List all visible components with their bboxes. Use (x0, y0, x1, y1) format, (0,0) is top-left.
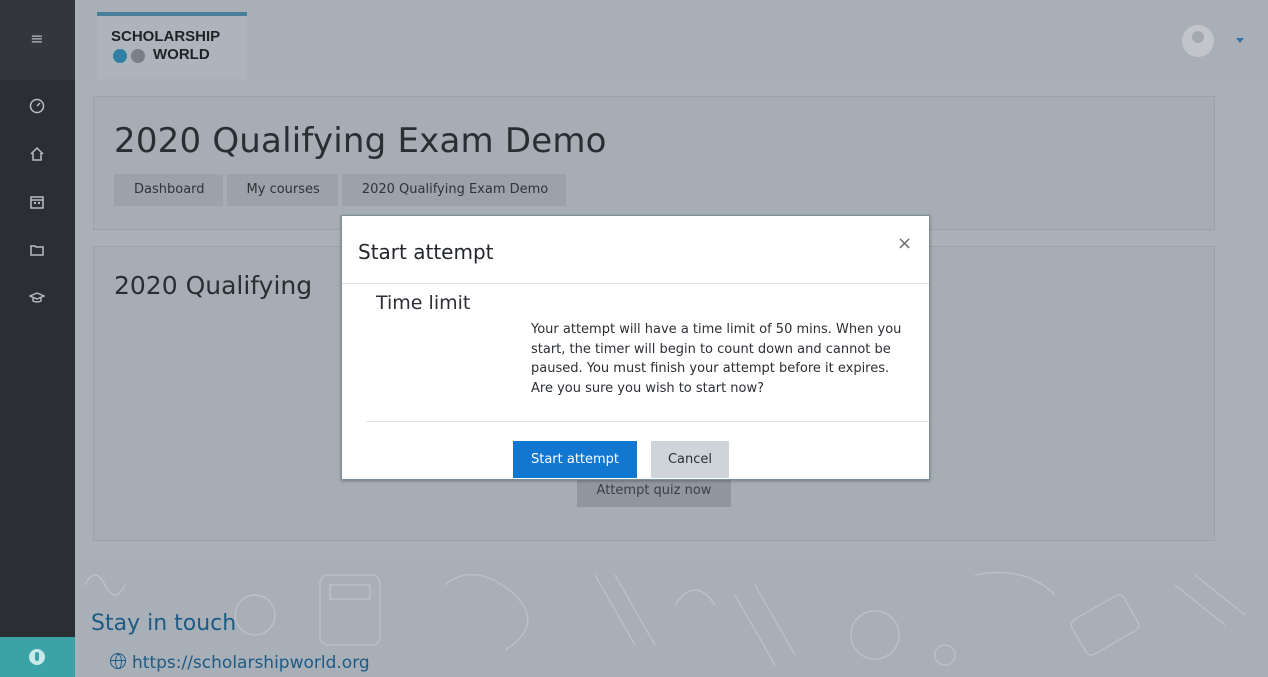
quiz-section-title: 2020 Qualifying (114, 271, 313, 300)
calendar-icon[interactable] (27, 194, 47, 214)
close-icon[interactable]: × (897, 233, 912, 254)
time-limit-label: Time limit (376, 292, 471, 314)
globe-icon (110, 653, 126, 669)
start-attempt-button[interactable]: Start attempt (513, 441, 637, 478)
hamburger-menu-icon[interactable]: ≡ (27, 29, 47, 49)
page-footer: Stay in touch https://scholarshipworld.o… (75, 555, 1268, 677)
speedometer-icon[interactable] (27, 98, 47, 118)
accessibility-button[interactable] (0, 637, 75, 677)
left-sidebar: ≡ (0, 0, 75, 677)
time-limit-description: Your attempt will have a time limit of 5… (531, 322, 902, 396)
website-url[interactable]: https://scholarshipworld.org (132, 653, 370, 673)
logo-text-line2: WORLD (153, 46, 210, 63)
sidebar-menu-area: ≡ (0, 0, 75, 80)
accessibility-icon (29, 649, 45, 665)
start-attempt-modal: Start attempt × Time limit Your attempt … (341, 215, 930, 480)
user-avatar[interactable] (1182, 25, 1214, 57)
top-navbar: SCHOLARSHIP WORLD (75, 0, 1268, 79)
modal-title: Start attempt (358, 240, 494, 264)
page-header-card: 2020 Qualifying Exam Demo Dashboard My c… (93, 96, 1215, 230)
graduation-cap-icon[interactable] (27, 290, 47, 310)
modal-header-divider (342, 283, 929, 284)
logo-text-line1: SCHOLARSHIP (111, 28, 221, 45)
logo-dot-blue (113, 49, 127, 63)
user-menu-chevron-down-icon[interactable] (1236, 38, 1244, 43)
folder-icon[interactable] (27, 242, 47, 262)
website-link[interactable]: https://scholarshipworld.org (110, 653, 370, 673)
breadcrumb-item-dashboard[interactable]: Dashboard (114, 174, 223, 206)
breadcrumb: Dashboard My courses 2020 Qualifying Exa… (114, 174, 570, 206)
breadcrumb-item-course[interactable]: 2020 Qualifying Exam Demo (341, 174, 567, 206)
stay-in-touch-heading: Stay in touch (91, 611, 237, 636)
logo-dot-grey (131, 49, 145, 63)
modal-footer-divider (366, 421, 929, 422)
page-title: 2020 Qualifying Exam Demo (114, 121, 607, 161)
cancel-button[interactable]: Cancel (651, 441, 729, 478)
breadcrumb-item-my-courses[interactable]: My courses (226, 174, 338, 206)
home-icon[interactable] (27, 146, 47, 166)
site-logo[interactable]: SCHOLARSHIP WORLD (97, 12, 247, 79)
